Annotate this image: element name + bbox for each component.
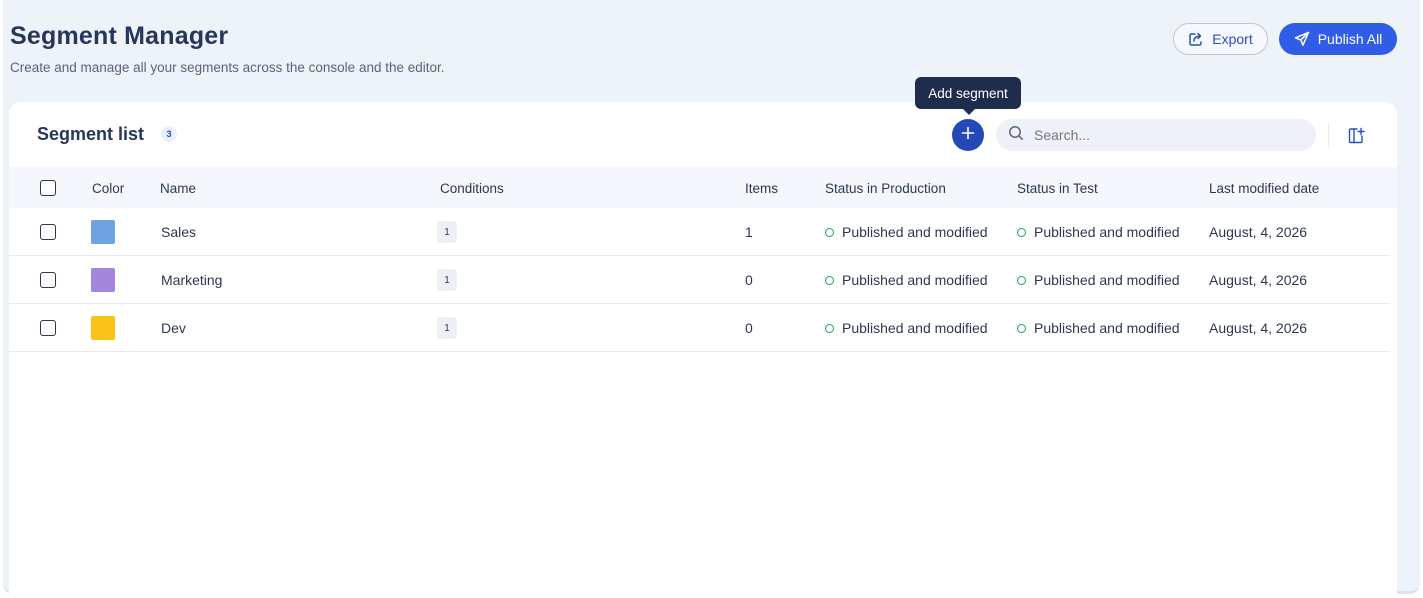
segment-name[interactable]: Dev [161, 320, 186, 336]
table-row[interactable]: Dev 1 0 Published and modified Published… [9, 304, 1390, 352]
conditions-badge[interactable]: 1 [437, 221, 457, 243]
color-swatch [91, 316, 115, 340]
segment-name[interactable]: Sales [161, 224, 196, 240]
table-row[interactable]: Sales 1 1 Published and modified Publish… [9, 208, 1390, 256]
search-box[interactable] [996, 119, 1316, 151]
plus-icon [961, 126, 975, 145]
color-swatch [91, 268, 115, 292]
status-production: Published and modified [825, 272, 988, 288]
segment-count-badge: 3 [161, 126, 177, 142]
status-test-label: Published and modified [1034, 272, 1180, 288]
conditions-badge[interactable]: 1 [437, 317, 457, 339]
column-header-color[interactable]: Color [92, 181, 124, 196]
page-subtitle: Create and manage all your segments acro… [10, 60, 445, 75]
status-test-label: Published and modified [1034, 224, 1180, 240]
status-dot-icon [825, 227, 834, 237]
column-header-last-modified[interactable]: Last modified date [1209, 181, 1319, 196]
app-frame: Segment Manager Create and manage all yo… [3, 0, 1420, 594]
add-segment-tooltip: Add segment [915, 77, 1021, 115]
status-test-label: Published and modified [1034, 320, 1180, 336]
status-test: Published and modified [1017, 272, 1180, 288]
toolbar-divider [1328, 123, 1329, 147]
table-header: Color Name Conditions Items Status in Pr… [9, 167, 1397, 208]
row-checkbox[interactable] [40, 272, 56, 288]
color-swatch [91, 220, 115, 244]
last-modified-date: August, 4, 2026 [1209, 272, 1308, 288]
status-production-label: Published and modified [842, 272, 988, 288]
column-settings-icon[interactable] [1346, 125, 1366, 145]
status-dot-icon [825, 323, 834, 333]
last-modified-date: August, 4, 2026 [1209, 320, 1308, 336]
status-dot-icon [1017, 275, 1026, 285]
status-production: Published and modified [825, 224, 988, 240]
row-checkbox[interactable] [40, 224, 56, 240]
column-header-conditions[interactable]: Conditions [440, 181, 504, 196]
search-input[interactable] [1034, 127, 1294, 143]
segment-list-title: Segment list [37, 124, 145, 144]
last-modified-date: August, 4, 2026 [1209, 224, 1308, 240]
segment-name[interactable]: Marketing [161, 272, 222, 288]
publish-all-button[interactable]: Publish All [1279, 23, 1397, 55]
conditions-badge[interactable]: 1 [437, 269, 457, 291]
items-count: 0 [745, 272, 753, 288]
export-button[interactable]: Export [1173, 23, 1268, 55]
search-icon [1008, 125, 1024, 146]
row-checkbox[interactable] [40, 320, 56, 336]
status-production-label: Published and modified [842, 224, 988, 240]
items-count: 0 [745, 320, 753, 336]
status-test: Published and modified [1017, 224, 1180, 240]
column-header-status-production[interactable]: Status in Production [825, 181, 946, 196]
status-test: Published and modified [1017, 320, 1180, 336]
publish-all-label: Publish All [1317, 31, 1383, 47]
column-header-name[interactable]: Name [160, 181, 196, 196]
status-dot-icon [1017, 323, 1026, 333]
column-header-status-test[interactable]: Status in Test [1017, 181, 1098, 196]
status-dot-icon [825, 275, 834, 285]
select-all-checkbox[interactable] [40, 180, 56, 196]
segment-list-card: Segment list 3 Add segment Search... Col… [9, 77, 1397, 594]
column-header-items[interactable]: Items [745, 181, 778, 196]
status-dot-icon [1017, 227, 1026, 237]
send-icon [1294, 31, 1310, 47]
add-segment-button[interactable] [952, 119, 984, 151]
export-icon [1188, 31, 1204, 47]
export-label: Export [1212, 31, 1253, 47]
status-production: Published and modified [825, 320, 988, 336]
items-count: 1 [745, 224, 753, 240]
table-row[interactable]: Marketing 1 0 Published and modified Pub… [9, 256, 1390, 304]
status-production-label: Published and modified [842, 320, 988, 336]
page-title: Segment Manager [10, 22, 229, 50]
